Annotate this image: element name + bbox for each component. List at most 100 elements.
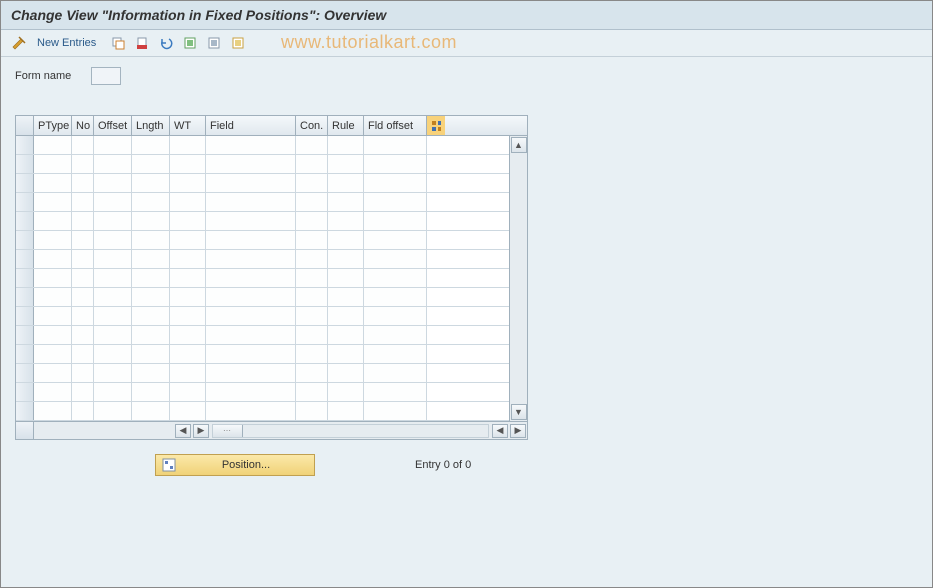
row-selector[interactable] [16, 136, 34, 154]
hscroll-track[interactable]: ⋯ [212, 424, 489, 438]
table-cell[interactable] [170, 269, 206, 287]
table-cell[interactable] [34, 174, 72, 192]
table-config-icon[interactable] [427, 116, 445, 135]
scroll-down-icon[interactable]: ▼ [511, 404, 527, 420]
table-cell[interactable] [94, 212, 132, 230]
table-cell[interactable] [206, 307, 296, 325]
table-cell[interactable] [170, 193, 206, 211]
table-cell[interactable] [34, 326, 72, 344]
table-cell[interactable] [72, 250, 94, 268]
table-cell[interactable] [34, 364, 72, 382]
table-cell[interactable] [296, 364, 328, 382]
table-cell[interactable] [364, 250, 427, 268]
table-cell[interactable] [72, 136, 94, 154]
column-header[interactable]: Rule [328, 116, 364, 135]
table-cell[interactable] [364, 269, 427, 287]
table-cell[interactable] [94, 288, 132, 306]
table-cell[interactable] [328, 383, 364, 401]
table-cell[interactable] [34, 155, 72, 173]
column-header[interactable]: PType [34, 116, 72, 135]
table-cell[interactable] [364, 174, 427, 192]
table-cell[interactable] [170, 288, 206, 306]
table-cell[interactable] [94, 250, 132, 268]
table-cell[interactable] [296, 250, 328, 268]
table-cell[interactable] [206, 193, 296, 211]
table-cell[interactable] [206, 288, 296, 306]
table-cell[interactable] [132, 212, 170, 230]
row-selector-header[interactable] [16, 116, 34, 135]
table-cell[interactable] [72, 231, 94, 249]
scroll-left-icon[interactable]: ◀ [175, 424, 191, 438]
table-cell[interactable] [296, 383, 328, 401]
deselect-all-icon[interactable] [228, 33, 248, 53]
table-cell[interactable] [364, 136, 427, 154]
table-cell[interactable] [328, 307, 364, 325]
table-cell[interactable] [132, 402, 170, 420]
table-cell[interactable] [170, 402, 206, 420]
table-cell[interactable] [296, 155, 328, 173]
table-cell[interactable] [296, 269, 328, 287]
table-cell[interactable] [206, 212, 296, 230]
select-all-icon[interactable] [180, 33, 200, 53]
pencil-toggle-icon[interactable] [9, 33, 29, 53]
table-cell[interactable] [328, 212, 364, 230]
table-cell[interactable] [94, 307, 132, 325]
table-cell[interactable] [72, 212, 94, 230]
scroll-up-icon[interactable]: ▲ [511, 137, 527, 153]
table-cell[interactable] [94, 383, 132, 401]
table-cell[interactable] [364, 307, 427, 325]
table-cell[interactable] [364, 155, 427, 173]
table-cell[interactable] [328, 250, 364, 268]
row-selector[interactable] [16, 193, 34, 211]
table-cell[interactable] [170, 136, 206, 154]
table-cell[interactable] [296, 136, 328, 154]
table-cell[interactable] [206, 136, 296, 154]
row-selector[interactable] [16, 326, 34, 344]
table-cell[interactable] [132, 193, 170, 211]
table-cell[interactable] [132, 383, 170, 401]
table-cell[interactable] [328, 269, 364, 287]
table-cell[interactable] [170, 383, 206, 401]
table-cell[interactable] [206, 402, 296, 420]
table-cell[interactable] [132, 231, 170, 249]
table-cell[interactable] [94, 193, 132, 211]
row-selector[interactable] [16, 383, 34, 401]
table-cell[interactable] [328, 136, 364, 154]
table-cell[interactable] [170, 212, 206, 230]
table-cell[interactable] [296, 402, 328, 420]
table-cell[interactable] [94, 174, 132, 192]
column-header[interactable]: WT [170, 116, 206, 135]
table-cell[interactable] [132, 269, 170, 287]
copy-icon[interactable] [108, 33, 128, 53]
table-cell[interactable] [170, 155, 206, 173]
column-header[interactable]: Field [206, 116, 296, 135]
table-cell[interactable] [132, 326, 170, 344]
table-cell[interactable] [364, 193, 427, 211]
table-cell[interactable] [34, 269, 72, 287]
table-cell[interactable] [206, 326, 296, 344]
table-cell[interactable] [94, 231, 132, 249]
scroll-right-icon[interactable]: ▶ [193, 424, 209, 438]
delete-icon[interactable] [132, 33, 152, 53]
table-cell[interactable] [72, 269, 94, 287]
table-cell[interactable] [132, 364, 170, 382]
table-cell[interactable] [364, 383, 427, 401]
table-cell[interactable] [328, 402, 364, 420]
table-cell[interactable] [170, 250, 206, 268]
table-cell[interactable] [72, 174, 94, 192]
undo-icon[interactable] [156, 33, 176, 53]
form-name-input[interactable] [91, 67, 121, 85]
table-cell[interactable] [72, 364, 94, 382]
table-cell[interactable] [296, 288, 328, 306]
table-cell[interactable] [34, 288, 72, 306]
table-cell[interactable] [364, 231, 427, 249]
table-cell[interactable] [34, 193, 72, 211]
table-cell[interactable] [296, 326, 328, 344]
table-cell[interactable] [328, 288, 364, 306]
table-cell[interactable] [94, 402, 132, 420]
table-cell[interactable] [206, 174, 296, 192]
row-selector[interactable] [16, 231, 34, 249]
table-cell[interactable] [72, 326, 94, 344]
table-cell[interactable] [34, 307, 72, 325]
table-cell[interactable] [94, 136, 132, 154]
